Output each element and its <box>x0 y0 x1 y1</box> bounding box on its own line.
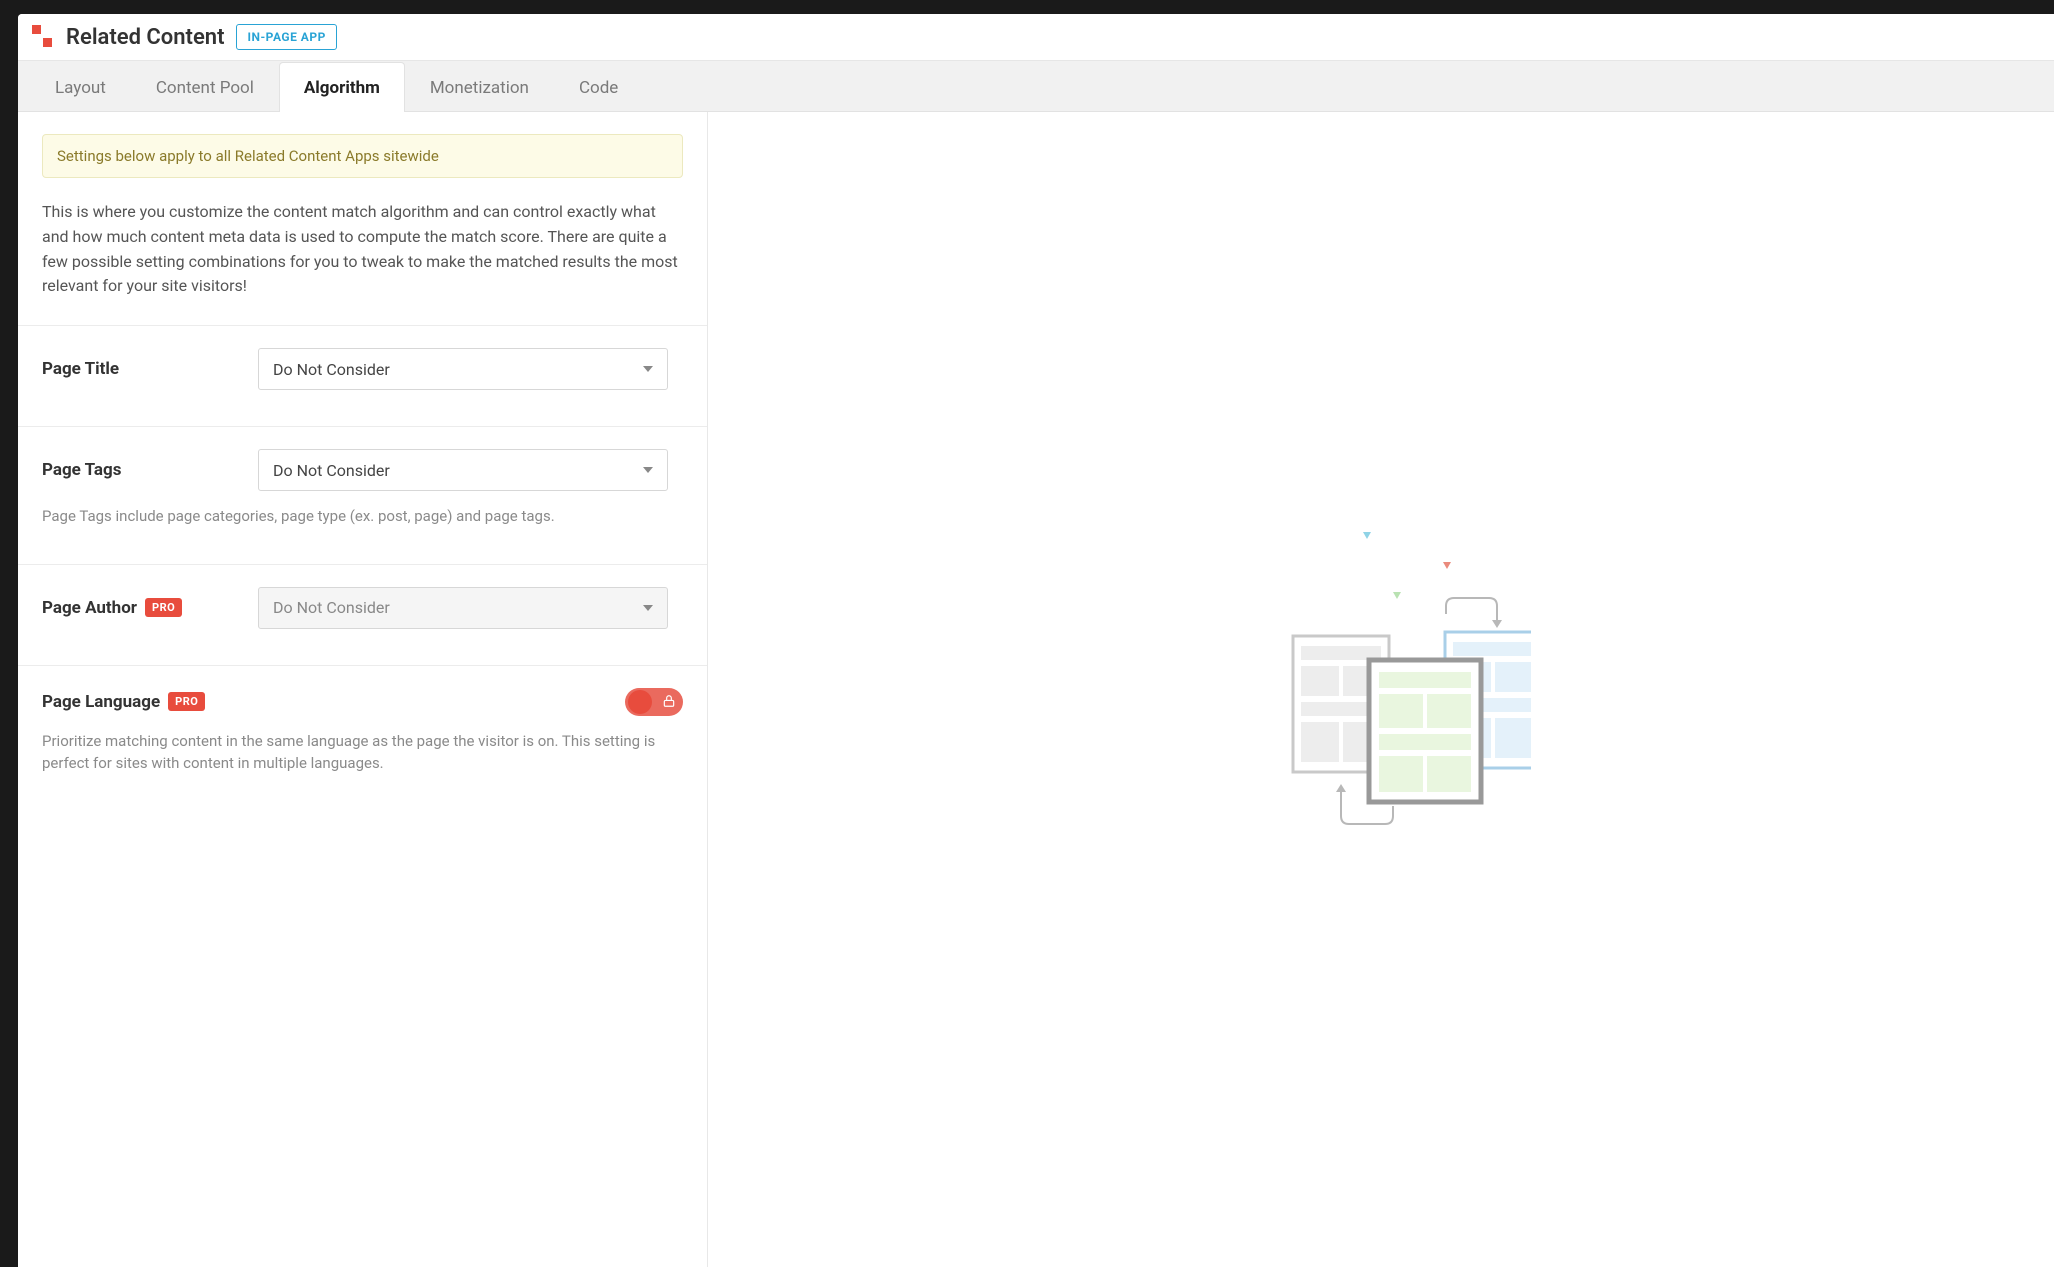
intro-text: This is where you customize the content … <box>42 200 683 299</box>
pro-badge: PRO <box>145 598 182 617</box>
tab-bar: Layout Content Pool Algorithm Monetizati… <box>18 61 2054 112</box>
page-language-label: Page Language <box>42 692 160 712</box>
page-language-toggle[interactable] <box>625 688 683 716</box>
page-header: Related Content IN-PAGE APP <box>18 14 2054 61</box>
chevron-down-icon <box>643 467 653 473</box>
content-body: Settings below apply to all Related Cont… <box>18 112 2054 1267</box>
lock-icon <box>662 694 676 712</box>
layout-illustration <box>1231 520 1531 860</box>
tab-code[interactable]: Code <box>554 62 643 112</box>
section-page-title: Page Title Do Not Consider <box>18 325 707 400</box>
page-tags-value: Do Not Consider <box>273 461 390 480</box>
page-language-help: Prioritize matching content in the same … <box>42 730 683 775</box>
chevron-down-icon <box>643 605 653 611</box>
toggle-knob <box>628 690 652 714</box>
page-tags-select[interactable]: Do Not Consider <box>258 449 668 491</box>
tab-algorithm[interactable]: Algorithm <box>279 62 405 112</box>
tab-content-pool[interactable]: Content Pool <box>131 62 279 112</box>
tab-monetization[interactable]: Monetization <box>405 62 554 112</box>
page-author-select[interactable]: Do Not Consider <box>258 587 668 629</box>
page-author-label: Page Author <box>42 598 137 618</box>
page-title-value: Do Not Consider <box>273 360 390 379</box>
chevron-down-icon <box>643 366 653 372</box>
in-page-app-badge: IN-PAGE APP <box>236 24 336 50</box>
settings-panel: Settings below apply to all Related Cont… <box>18 112 708 1267</box>
section-page-author: Page Author PRO Do Not Consider <box>18 564 707 639</box>
page-tags-label: Page Tags <box>42 460 121 480</box>
page-tags-help: Page Tags include page categories, page … <box>42 505 683 528</box>
page-title-label: Page Title <box>42 359 119 379</box>
page-author-value: Do Not Consider <box>273 598 390 617</box>
section-page-language: Page Language PRO Prioritize matching co… <box>18 665 707 785</box>
app-shell: Related Content IN-PAGE APP Layout Conte… <box>18 14 2054 1267</box>
page-title: Related Content <box>66 25 224 50</box>
tab-layout[interactable]: Layout <box>30 62 131 112</box>
section-page-tags: Page Tags Do Not Consider Page Tags incl… <box>18 426 707 538</box>
page-title-select[interactable]: Do Not Consider <box>258 348 668 390</box>
preview-panel <box>708 112 2054 1267</box>
related-content-icon <box>32 25 56 49</box>
pro-badge: PRO <box>168 692 205 711</box>
sitewide-notice: Settings below apply to all Related Cont… <box>42 134 683 178</box>
